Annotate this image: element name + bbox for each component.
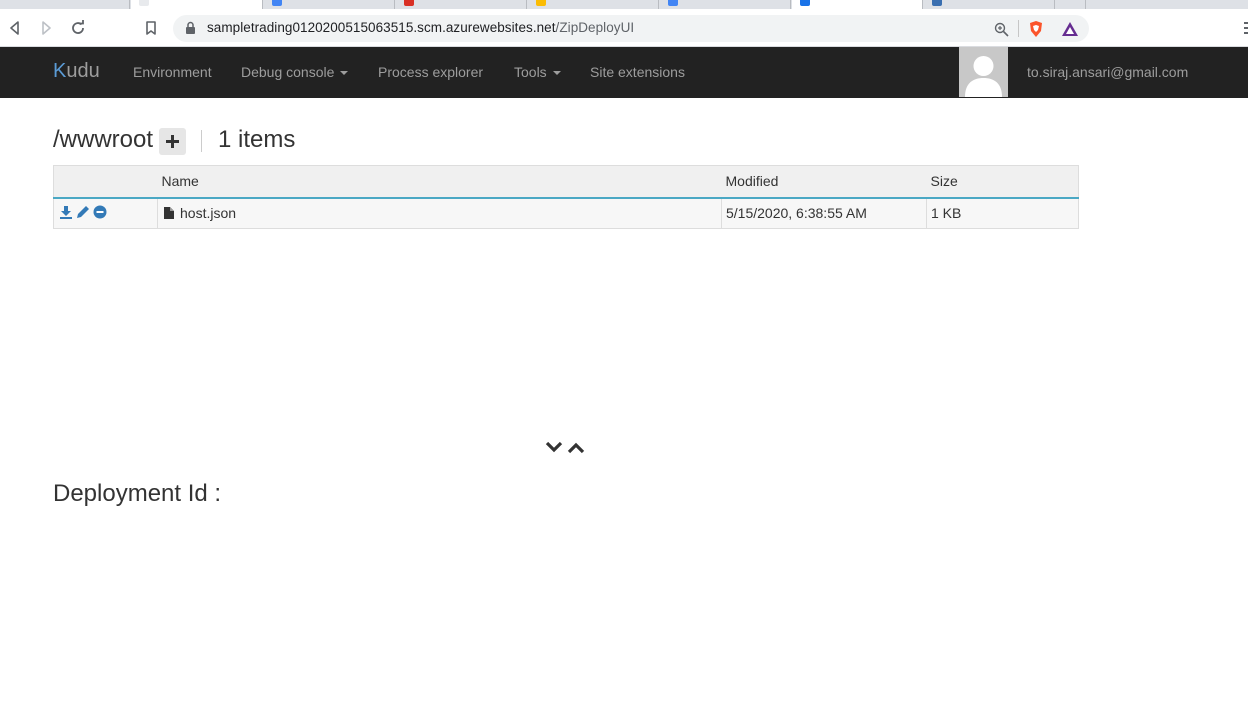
omnibox-divider xyxy=(1018,20,1019,37)
url-text[interactable]: sampletrading0120200515063515.scm.azurew… xyxy=(207,20,634,35)
caret-down-icon xyxy=(552,71,561,76)
delete-icon[interactable] xyxy=(93,205,107,222)
caret-down-icon xyxy=(340,71,349,76)
browser-tab[interactable] xyxy=(264,0,395,9)
nav-tools[interactable]: Tools xyxy=(514,64,561,80)
browser-tabstrip xyxy=(0,0,1248,9)
column-header-modified[interactable]: Modified xyxy=(721,165,927,199)
lock-icon[interactable] xyxy=(185,21,196,40)
table-row: host.json 5/15/2020, 6:38:55 AM 1 KB xyxy=(53,197,1079,229)
actions-header xyxy=(53,165,158,199)
chevron-up-icon[interactable] xyxy=(567,440,585,459)
user-email[interactable]: to.siraj.ansari@gmail.com xyxy=(1027,64,1188,80)
column-header-size[interactable]: Size xyxy=(926,165,1079,199)
browser-toolbar: sampletrading0120200515063515.scm.azurew… xyxy=(0,9,1248,47)
back-icon[interactable] xyxy=(4,17,26,39)
menu-icon[interactable] xyxy=(1236,17,1248,39)
brave-rewards-icon[interactable] xyxy=(1060,19,1080,39)
file-size-cell: 1 KB xyxy=(926,197,1079,229)
nav-environment[interactable]: Environment xyxy=(133,64,212,80)
browser-tab[interactable] xyxy=(0,0,130,9)
items-count: 1 items xyxy=(218,126,296,153)
panel-toggle[interactable] xyxy=(545,440,585,459)
file-modified-cell: 5/15/2020, 6:38:55 AM xyxy=(721,197,927,229)
file-icon xyxy=(164,206,174,222)
zoom-icon[interactable] xyxy=(991,19,1011,39)
kudu-logo[interactable]: Kudu xyxy=(53,60,100,83)
browser-tab[interactable] xyxy=(131,0,263,9)
nav-debug-console[interactable]: Debug console xyxy=(241,64,349,80)
nav-process-explorer[interactable]: Process explorer xyxy=(378,64,483,80)
browser-tab[interactable] xyxy=(528,0,659,9)
file-name[interactable]: host.json xyxy=(180,205,236,221)
brave-shield-icon[interactable] xyxy=(1026,19,1046,39)
new-tab-button[interactable] xyxy=(1056,0,1086,9)
deployment-id-label: Deployment Id : xyxy=(53,480,222,507)
browser-tab-active[interactable] xyxy=(792,0,923,9)
browser-tab[interactable] xyxy=(660,0,791,9)
file-table: Name Modified Size host.json 5/15/2020, … xyxy=(53,165,1079,229)
download-icon[interactable] xyxy=(59,205,73,222)
row-actions xyxy=(53,197,158,229)
edit-pencil-icon[interactable] xyxy=(76,205,90,222)
nav-site-extensions[interactable]: Site extensions xyxy=(590,64,685,80)
forward-icon[interactable] xyxy=(35,17,57,39)
avatar[interactable] xyxy=(959,47,1008,97)
new-item-button[interactable] xyxy=(159,128,186,155)
table-header-row: Name Modified Size xyxy=(53,165,1079,199)
bookmark-icon[interactable] xyxy=(140,17,162,39)
browser-tab[interactable] xyxy=(396,0,527,9)
file-name-cell[interactable]: host.json xyxy=(157,197,722,229)
header-divider xyxy=(201,130,202,152)
browser-tab[interactable] xyxy=(924,0,1055,9)
current-path[interactable]: /wwwroot xyxy=(53,126,153,154)
column-header-name[interactable]: Name xyxy=(157,165,722,199)
chevron-down-icon[interactable] xyxy=(545,440,563,459)
address-bar[interactable]: sampletrading0120200515063515.scm.azurew… xyxy=(173,15,1089,42)
plus-icon xyxy=(166,135,179,148)
reload-icon[interactable] xyxy=(67,17,89,39)
